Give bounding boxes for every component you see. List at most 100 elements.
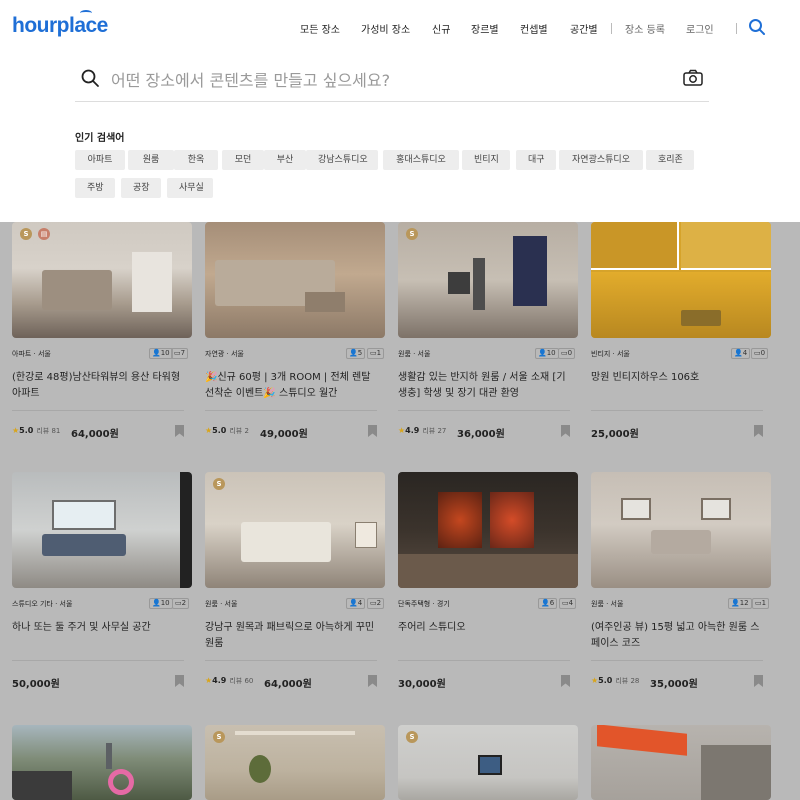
parking-count: 2: [376, 599, 382, 607]
bookmark-icon[interactable]: [175, 425, 184, 437]
tag-chip[interactable]: 아파트: [75, 150, 125, 170]
listing-photo[interactable]: S: [205, 725, 385, 800]
tag-chip[interactable]: 부산: [264, 150, 306, 170]
listing-price: 64,000원: [71, 429, 119, 440]
tag-chip[interactable]: 공장: [121, 178, 161, 198]
popular-search-title: 인기 검색어: [75, 133, 125, 144]
nav-space[interactable]: 공간별: [570, 21, 598, 36]
parking-stat: ▭7: [171, 348, 189, 359]
rating-value: 5.0: [598, 676, 613, 685]
bookmark-icon[interactable]: [368, 425, 377, 437]
listing-photo[interactable]: [591, 222, 771, 338]
search-input[interactable]: [111, 66, 671, 94]
listing-card[interactable]: S 원룸 · 서울 👤4 ▭2 강남구 원목과 패브릭으로 아늑하게 꾸민 원룸…: [205, 472, 385, 690]
listing-photo[interactable]: S: [398, 222, 578, 338]
tag-chip[interactable]: 호리존: [646, 150, 694, 170]
listing-card[interactable]: 빈티지 · 서울 👤4 ▭0 망원 빈티지하우스 106호 25,000원: [591, 222, 771, 440]
listing-category: 단독주택형 · 경기: [398, 600, 450, 608]
listing-photo[interactable]: [398, 472, 578, 588]
listing-title[interactable]: (여주인공 뷰) 15평 넓고 아늑한 원룸 스페이스 코즈: [591, 620, 763, 652]
capacity-stat: 👤10: [149, 348, 173, 359]
divider: [205, 410, 377, 411]
parking-count: 1: [376, 349, 382, 357]
listing-title[interactable]: 주어리 스튜디오: [398, 620, 570, 636]
photo-badge: ▤: [38, 228, 50, 240]
bookmark-icon[interactable]: [561, 425, 570, 437]
rating: ★4.9 리뷰 27: [398, 426, 446, 436]
rating-value: 5.0: [212, 426, 227, 435]
listing-card[interactable]: 단독주택형 · 경기 👤6 ▭4 주어리 스튜디오 30,000원: [398, 472, 578, 690]
tag-chip[interactable]: 자연광스튜디오: [559, 150, 643, 170]
parking-count: 0: [760, 349, 766, 357]
nav-new[interactable]: 신규: [432, 21, 450, 36]
listing-card[interactable]: S ▤ 아파트 · 서울 👤10 ▭7 (한강로 48평)남산타워뷰의 용산 타…: [12, 222, 192, 440]
listing-category: 자연광 · 서울: [205, 350, 244, 358]
listing-photo[interactable]: [591, 725, 771, 800]
listing-price: 30,000원: [398, 679, 446, 690]
nav-genre[interactable]: 장르별: [471, 21, 499, 36]
listing-title[interactable]: 망원 빈티지하우스 106호: [591, 370, 763, 386]
listing-photo[interactable]: [205, 222, 385, 338]
logo-mark: [80, 10, 92, 16]
rating-value: 4.9: [212, 676, 227, 685]
listing-photo[interactable]: [12, 472, 192, 588]
listing-category: 아파트 · 서울: [12, 350, 51, 358]
listing-card[interactable]: 자연광 · 서울 👤5 ▭1 🎉신규 60평 | 3개 ROOM | 전체 렌탈…: [205, 222, 385, 440]
tag-chip[interactable]: 빈티지: [462, 150, 510, 170]
bookmark-icon[interactable]: [754, 675, 763, 687]
tag-chip[interactable]: 홍대스튜디오: [383, 150, 459, 170]
nav-login[interactable]: 로그인: [686, 21, 714, 36]
listing-price: 49,000원: [260, 429, 308, 440]
parking-count: 2: [181, 599, 187, 607]
listing-photo[interactable]: [591, 472, 771, 588]
nav-value-places[interactable]: 가성비 장소: [361, 21, 410, 36]
listing-card[interactable]: [591, 725, 771, 800]
tag-chip[interactable]: 모던: [222, 150, 264, 170]
people-count: 10: [160, 349, 170, 357]
bookmark-icon[interactable]: [175, 675, 184, 687]
tag-chip[interactable]: 대구: [516, 150, 556, 170]
tag-chip[interactable]: 사무실: [167, 178, 213, 198]
camera-icon[interactable]: [683, 69, 703, 87]
people-count: 4: [742, 349, 748, 357]
parking-stat: ▭0: [751, 348, 769, 359]
rating: ★4.9 리뷰 60: [205, 676, 253, 686]
listing-photo[interactable]: S: [205, 472, 385, 588]
nav-register-place[interactable]: 장소 등록: [625, 21, 665, 36]
listing-photo[interactable]: S: [398, 725, 578, 800]
people-count: 6: [549, 599, 555, 607]
tag-chip[interactable]: 한옥: [174, 150, 218, 170]
bookmark-icon[interactable]: [368, 675, 377, 687]
listing-card[interactable]: 스튜디오 기타 · 서울 👤10 ▭2 하나 또는 둘 주거 및 사무실 공간 …: [12, 472, 192, 690]
listing-photo[interactable]: S ▤: [12, 222, 192, 338]
divider: [12, 410, 184, 411]
listing-photo[interactable]: [12, 725, 192, 800]
listing-card[interactable]: S: [398, 725, 578, 800]
listing-card[interactable]: [12, 725, 192, 800]
tag-chip[interactable]: 주방: [75, 178, 115, 198]
listing-title[interactable]: 🎉신규 60평 | 3개 ROOM | 전체 렌탈 선착순 이벤트🎉 스튜디오 …: [205, 370, 377, 402]
listing-title[interactable]: (한강로 48평)남산타워뷰의 용산 타워형 아파트: [12, 370, 184, 402]
listing-card[interactable]: 원룸 · 서울 👤12 ▭1 (여주인공 뷰) 15평 넓고 아늑한 원룸 스페…: [591, 472, 771, 690]
listing-title[interactable]: 생활감 있는 반지하 원룸 / 서울 소재 [기생충] 학생 및 장기 대관 환…: [398, 370, 570, 402]
listing-title[interactable]: 강남구 원목과 패브릭으로 아늑하게 꾸민 원룸: [205, 620, 377, 652]
capacity-stat: 👤6: [538, 598, 558, 609]
tag-chip[interactable]: 원룸: [128, 150, 174, 170]
parking-stat: ▭1: [367, 348, 385, 359]
listing-category: 원룸 · 서울: [205, 600, 238, 608]
bookmark-icon[interactable]: [561, 675, 570, 687]
search-icon[interactable]: [747, 17, 767, 37]
listing-title[interactable]: 하나 또는 둘 주거 및 사무실 공간: [12, 620, 184, 636]
listing-card[interactable]: S: [205, 725, 385, 800]
super-host-badge: S: [406, 731, 418, 743]
logo[interactable]: hourplace: [12, 14, 108, 38]
bookmark-icon[interactable]: [754, 425, 763, 437]
review-count: 리뷰 28: [615, 677, 640, 685]
nav-concept[interactable]: 컨셉별: [520, 21, 548, 36]
listing-price: 64,000원: [264, 679, 312, 690]
divider: [398, 660, 570, 661]
tag-chip[interactable]: 강남스튜디오: [306, 150, 378, 170]
capacity-stat: 👤5: [346, 348, 366, 359]
nav-all-places[interactable]: 모든 장소: [300, 21, 340, 36]
listing-card[interactable]: S 원룸 · 서울 👤10 ▭0 생활감 있는 반지하 원룸 / 서울 소재 […: [398, 222, 578, 440]
